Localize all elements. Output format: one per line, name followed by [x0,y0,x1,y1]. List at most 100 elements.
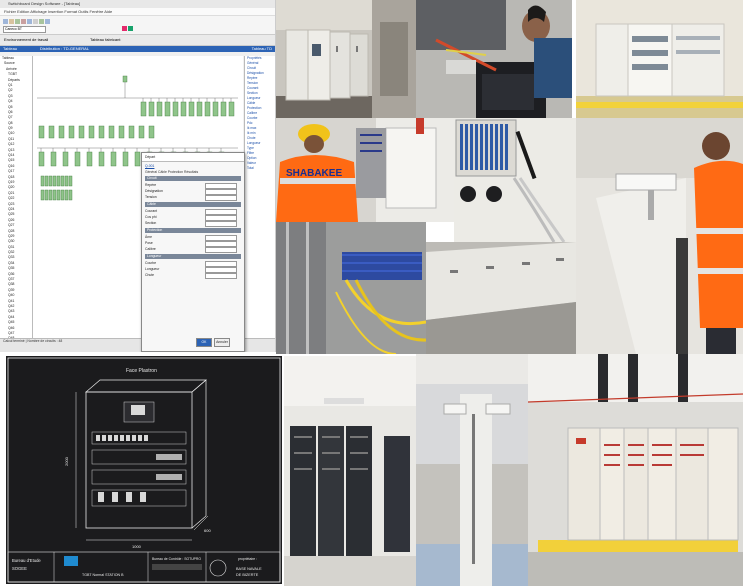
circuit-block[interactable] [118,125,125,139]
circuit-block[interactable] [68,125,75,139]
toolbar: Caneco BT [0,16,275,35]
toolbar-icons[interactable] [3,19,93,24]
electrical-cabinet-room [276,0,416,118]
circuit-block[interactable] [204,101,211,117]
cad-footer-right-2: DE BIZERTE [236,573,259,577]
dialog-section: Circuit [145,176,241,181]
cad-footer-owner: propriétaire : [238,557,257,561]
workspace-bar: Environnement de travail Tableau fabrica… [0,35,275,46]
view-header-right: Tableau TD [251,46,272,51]
color-swatch-icon[interactable] [128,26,133,31]
dialog-field-label: Courbe [145,261,157,265]
dialog-field-row: Chute [145,272,241,279]
circuit-block[interactable] [44,175,49,187]
circuit-block[interactable] [110,151,117,167]
view-header: Tableau Distribution : TD-GENERAL Tablea… [0,46,275,52]
dialog-field-label: Désignation [145,189,163,193]
dialog-field-input[interactable] [205,247,237,253]
circuit-block[interactable] [138,125,145,139]
cad-footer-title: Bureau de Contrôle : SOTUPRO [152,557,201,561]
circuit-block[interactable] [38,125,45,139]
workspace-mid-label: Tableau fabricant [90,37,121,42]
circuit-block[interactable] [134,151,141,167]
circuit-block[interactable] [64,189,69,201]
window-title: Switchboard Design Software - [Tableau] [0,0,275,8]
cabinet-underside [426,242,576,354]
project-tree[interactable]: Tableau Source Arrivée TGBT Départs Q1 Q2 Q3 Q4 Q… [0,56,33,351]
circuit-block[interactable] [212,101,219,117]
technician-wiring-laptop [416,0,572,118]
circuit-block[interactable] [68,175,73,187]
dialog-field-label: Âme [145,235,152,239]
cad-footer-mid: TGBT Normal STATION B [82,573,124,577]
menu-bar[interactable]: Fichier Edition Affichage Insertion Form… [0,8,275,16]
circuit-block[interactable] [148,101,155,117]
circuit-block[interactable] [62,151,69,167]
circuit-block[interactable] [38,151,45,167]
circuit-block[interactable] [172,101,179,117]
cancel-button[interactable]: Annuler [214,338,230,347]
dialog-tabs[interactable]: Général Câble Protection Résultats [145,170,241,174]
circuit-block[interactable] [88,125,95,139]
circuit-block[interactable] [128,125,135,139]
circuit-block[interactable] [122,151,129,167]
dialog-field-row: Section [145,220,241,227]
vest-logo-text: SHABAKEE [286,168,342,179]
circuit-block[interactable] [64,175,69,187]
dialog-section: Câble [145,202,241,207]
view-header-left: Tableau [3,46,18,51]
circuit-block[interactable] [56,189,61,201]
circuit-block[interactable] [60,189,65,201]
circuit-block[interactable] [40,189,45,201]
circuit-block[interactable] [44,189,49,201]
circuit-block[interactable] [58,125,65,139]
circuit-block[interactable] [164,101,171,117]
circuit-block[interactable] [68,189,73,201]
dialog-field-label: Cos phi [145,215,157,219]
circuit-block[interactable] [48,189,53,201]
dialog-field-label: Chute [145,273,155,277]
fiber-patch-panel [454,118,576,242]
circuit-block[interactable] [52,189,57,201]
circuit-block[interactable] [50,151,57,167]
circuit-dialog[interactable]: Départ Q-001 Général Câble Protection Ré… [141,152,245,352]
toolbar-field[interactable]: Caneco BT [3,26,46,33]
dialog-field-input[interactable] [205,273,237,279]
circuit-block[interactable] [156,101,163,117]
software-screenshot: Switchboard Design Software - [Tableau] … [0,0,276,352]
circuit-block[interactable] [48,175,53,187]
circuit-block[interactable] [60,175,65,187]
circuit-block[interactable] [108,125,115,139]
circuit-block[interactable] [52,175,57,187]
circuit-block[interactable] [220,101,227,117]
circuit-block[interactable] [196,101,203,117]
circuit-block[interactable] [188,101,195,117]
circuit-block[interactable] [98,151,105,167]
circuit-block[interactable] [228,101,235,117]
dialog-field-input[interactable] [205,221,237,227]
circuit-block[interactable] [56,175,61,187]
dialog-field-label: Pose [145,241,153,245]
circuit-block[interactable] [74,151,81,167]
dialog-title: Départ [142,153,244,162]
dialog-field-label: Calibre [145,247,156,251]
property-item[interactable]: Total [245,166,275,171]
properties-panel[interactable]: Propriétés Général Circuit Désignation Repèr… [244,56,275,338]
circuit-block[interactable] [78,125,85,139]
dialog-section: Longueur [145,254,241,259]
circuit-block[interactable] [140,101,147,117]
dialog-field-label: Courant [145,209,158,213]
circuit-block[interactable] [180,101,187,117]
circuit-block[interactable] [40,175,45,187]
ok-button[interactable]: OK [196,338,212,347]
circuit-block[interactable] [86,151,93,167]
dialog-field-input[interactable] [205,195,237,201]
cad-header: Face Plastron [126,368,157,374]
circuit-block[interactable] [148,125,155,139]
color-swatch-icon[interactable] [122,26,127,31]
circuit-block[interactable] [122,75,128,83]
cad-dim-depth: 600 [204,528,211,533]
circuit-block[interactable] [98,125,105,139]
dialog-link[interactable]: Q-001 [145,164,241,168]
circuit-block[interactable] [48,125,55,139]
